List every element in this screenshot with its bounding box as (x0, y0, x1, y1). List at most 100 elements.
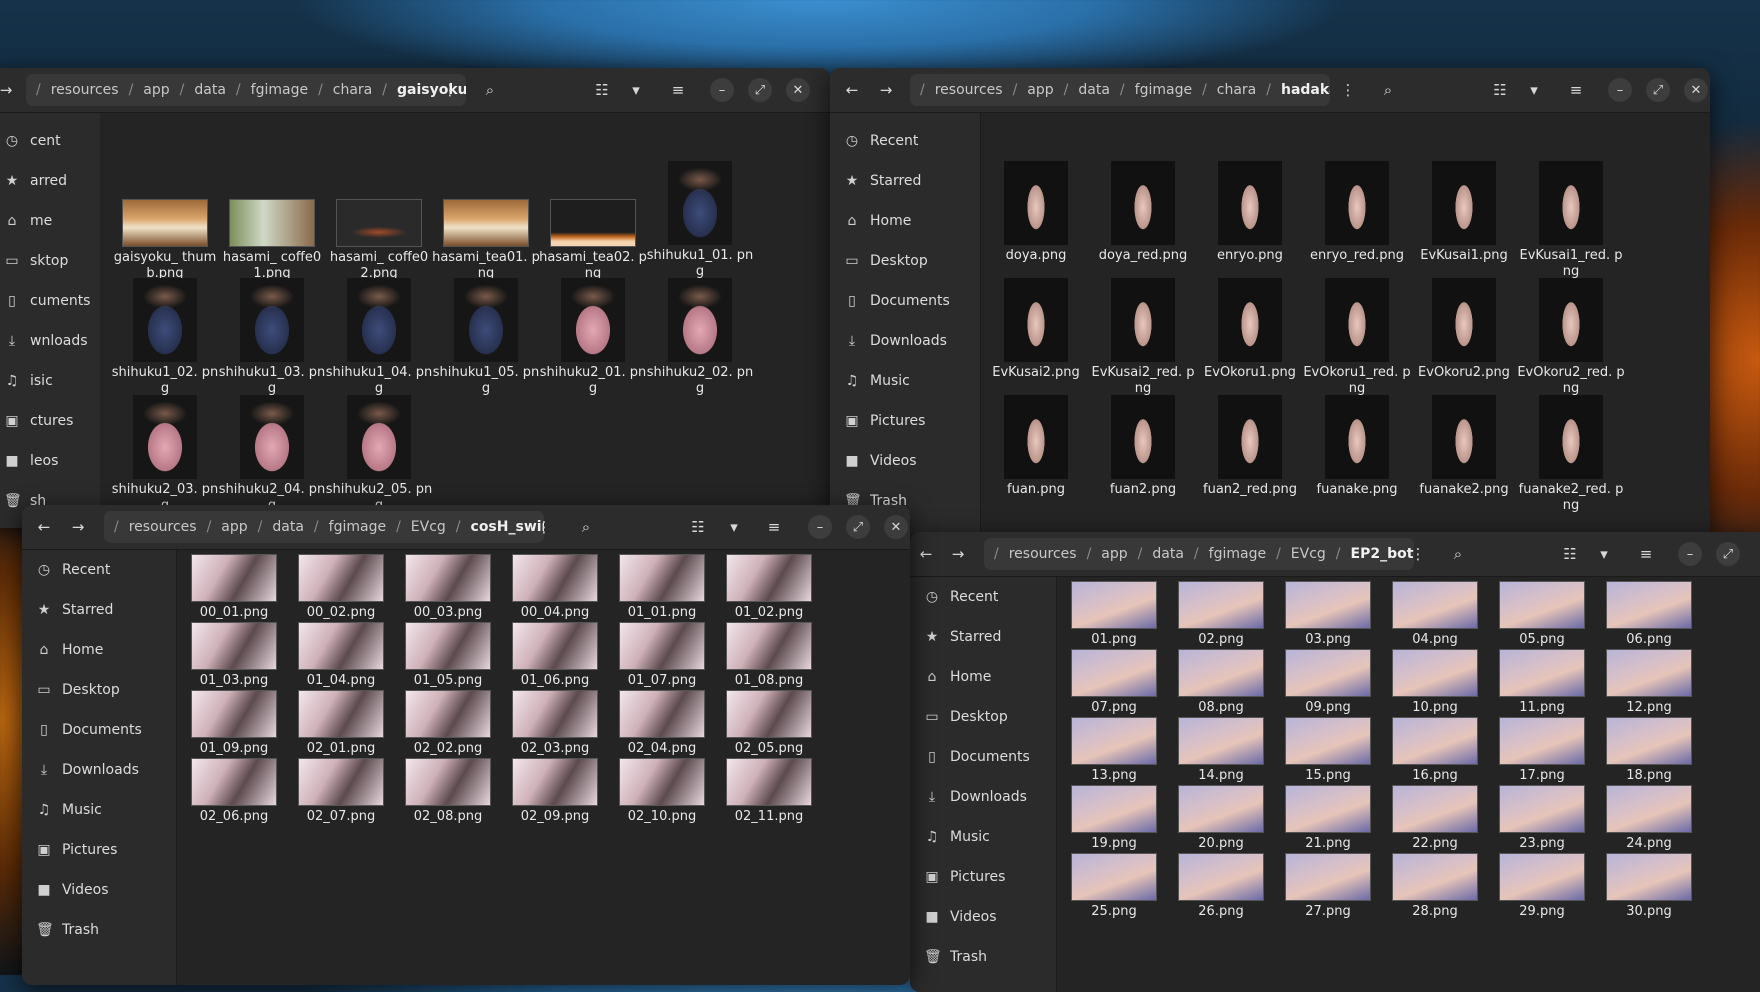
file-item[interactable]: enryo.png (1195, 161, 1305, 264)
path-segment-EVcg[interactable]: EVcg (411, 519, 446, 535)
file-item[interactable]: fuan2.png (1088, 395, 1198, 498)
file-item[interactable]: 30.png (1594, 853, 1704, 920)
file-item[interactable]: doya.png (981, 161, 1091, 264)
file-item[interactable]: 09.png (1273, 649, 1383, 716)
file-item[interactable]: EvKusai1.png (1409, 161, 1519, 264)
search-icon[interactable]: ⌕ (574, 515, 598, 539)
file-item[interactable]: 07.png (1059, 649, 1169, 716)
file-item[interactable]: 24.png (1594, 785, 1704, 852)
chevron-down-icon[interactable]: ▾ (624, 78, 648, 102)
view-toggle-icon[interactable]: ☷ (686, 515, 710, 539)
hamburger-menu-icon[interactable]: ≡ (666, 78, 690, 102)
file-item[interactable]: 02_07.png (286, 758, 396, 825)
file-item[interactable]: shihuku2_01. png (538, 278, 648, 397)
sidebar-item-pictures[interactable]: ▣ Pictures (830, 401, 980, 441)
path-segment-app[interactable]: app (143, 82, 169, 98)
file-item[interactable]: 02_05.png (714, 690, 824, 757)
close-icon[interactable]: ✕ (786, 78, 810, 102)
file-item[interactable]: shihuku2_05. png (324, 395, 434, 514)
file-item[interactable]: 13.png (1059, 717, 1169, 784)
file-item[interactable]: 00_02.png (286, 554, 396, 621)
file-item[interactable]: EvOkoru1.png (1195, 278, 1305, 381)
file-item[interactable]: shihuku1_04. png (324, 278, 434, 397)
path-menu-icon[interactable]: ⋮ (1406, 542, 1430, 566)
file-item[interactable]: 10.png (1380, 649, 1490, 716)
sidebar-item-music[interactable]: ♫ Music (22, 790, 176, 830)
file-item[interactable]: shihuku1_05. png (431, 278, 541, 397)
file-item[interactable]: 01_06.png (500, 622, 610, 689)
maximize-icon[interactable]: ⤢ (1716, 542, 1740, 566)
file-item[interactable]: 29.png (1487, 853, 1597, 920)
file-item[interactable]: EvOkoru2_red. png (1516, 278, 1626, 397)
file-item[interactable]: 02_06.png (179, 758, 289, 825)
file-item[interactable]: fuanake2_red. png (1516, 395, 1626, 514)
path-segment-fgimage[interactable]: fgimage (1135, 82, 1192, 98)
minimize-icon[interactable]: – (1608, 78, 1632, 102)
file-item[interactable]: 17.png (1487, 717, 1597, 784)
sidebar-item-desktop[interactable]: ▭ Desktop (910, 697, 1056, 737)
file-item[interactable]: 23.png (1487, 785, 1597, 852)
file-item[interactable]: 16.png (1380, 717, 1490, 784)
hamburger-menu-icon[interactable]: ≡ (1564, 78, 1588, 102)
file-item[interactable]: shihuku1_01. png (645, 161, 755, 280)
path-segment-fgimage[interactable]: fgimage (251, 82, 308, 98)
sidebar-item-recent[interactable]: ◷ Recent (910, 577, 1056, 617)
file-item[interactable]: 01.png (1059, 581, 1169, 648)
path-bar[interactable]: / resources / app / data / fgimage / EVcg / EP2_bot… (984, 538, 1414, 570)
file-item[interactable]: hasami_tea01. png (431, 161, 541, 282)
path-segment-data[interactable]: data (1152, 546, 1184, 562)
sidebar-item-arred[interactable]: ★ arred (0, 161, 100, 201)
file-item[interactable]: fuanake2.png (1409, 395, 1519, 498)
file-item[interactable]: 02_09.png (500, 758, 610, 825)
path-segment-resources[interactable]: resources (1009, 546, 1077, 562)
file-item[interactable]: fuan2_red.png (1195, 395, 1305, 498)
file-item[interactable]: 20.png (1166, 785, 1276, 852)
path-segment-chara[interactable]: chara (333, 82, 372, 98)
sidebar-item-downloads[interactable]: ⤓ Downloads (830, 321, 980, 361)
file-item[interactable]: 01_09.png (179, 690, 289, 757)
path-segment-fgimage[interactable]: fgimage (1209, 546, 1266, 562)
sidebar-item-recent[interactable]: ◷ Recent (22, 550, 176, 590)
path-bar[interactable]: / resources / app / data / fgimage / EVcg / cosH_sw… (104, 511, 544, 543)
path-segment-EVcg[interactable]: EVcg (1291, 546, 1326, 562)
sidebar-item-isic[interactable]: ♫ isic (0, 361, 100, 401)
sidebar-item-videos[interactable]: ■ Videos (830, 441, 980, 481)
sidebar-item-desktop[interactable]: ▭ Desktop (830, 241, 980, 281)
forward-icon[interactable]: → (66, 515, 90, 539)
sidebar-item-videos[interactable]: ■ Videos (22, 870, 176, 910)
file-item[interactable]: 22.png (1380, 785, 1490, 852)
file-item[interactable]: 00_03.png (393, 554, 503, 621)
file-item[interactable]: 21.png (1273, 785, 1383, 852)
path-segment-data[interactable]: data (1078, 82, 1110, 98)
maximize-icon[interactable]: ⤢ (1646, 78, 1670, 102)
sidebar-item-downloads[interactable]: ⤓ Downloads (910, 777, 1056, 817)
sidebar-item-me[interactable]: ⌂ me (0, 201, 100, 241)
file-item[interactable]: EvKusai2_red. png (1088, 278, 1198, 397)
file-item[interactable]: 01_02.png (714, 554, 824, 621)
path-menu-icon[interactable]: ⋮ (1336, 78, 1360, 102)
file-item[interactable]: 11.png (1487, 649, 1597, 716)
file-item[interactable]: shihuku1_02. png (110, 278, 220, 397)
file-item[interactable]: 01_08.png (714, 622, 824, 689)
file-item[interactable]: 15.png (1273, 717, 1383, 784)
sidebar-item-sktop[interactable]: ▭ sktop (0, 241, 100, 281)
path-segment-hadaka[interactable]: hadaka (1281, 82, 1330, 98)
sidebar-item-trash[interactable]: 🗑 Trash (910, 937, 1056, 977)
sidebar-item-wnloads[interactable]: ⤓ wnloads (0, 321, 100, 361)
sidebar-item-starred[interactable]: ★ Starred (830, 161, 980, 201)
file-item[interactable]: 02_11.png (714, 758, 824, 825)
path-segment-resources[interactable]: resources (51, 82, 119, 98)
file-item[interactable]: 01_07.png (607, 622, 717, 689)
path-segment-data[interactable]: data (272, 519, 304, 535)
forward-icon[interactable]: → (946, 542, 970, 566)
sidebar-item-documents[interactable]: ▯ Documents (910, 737, 1056, 777)
file-item[interactable]: 06.png (1594, 581, 1704, 648)
sidebar-item-home[interactable]: ⌂ Home (22, 630, 176, 670)
file-item[interactable]: 02.png (1166, 581, 1276, 648)
file-item[interactable]: 02_10.png (607, 758, 717, 825)
chevron-down-icon[interactable]: ▾ (1592, 542, 1616, 566)
file-item[interactable]: 26.png (1166, 853, 1276, 920)
file-item[interactable]: 02_02.png (393, 690, 503, 757)
view-toggle-icon[interactable]: ☷ (1488, 78, 1512, 102)
sidebar-item-music[interactable]: ♫ Music (830, 361, 980, 401)
